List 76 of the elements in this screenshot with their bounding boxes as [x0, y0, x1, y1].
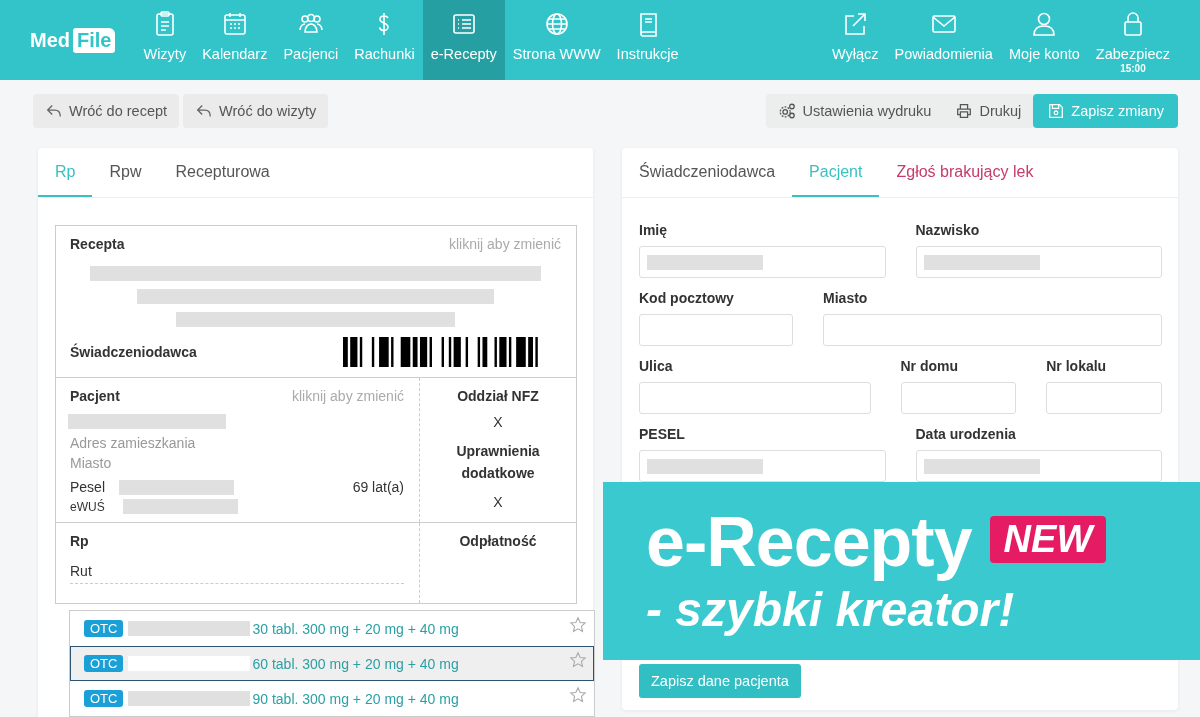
section-title: Odpłatność: [459, 533, 537, 549]
banner-subtitle: - szybki kreator!: [646, 582, 1016, 637]
city-text: Miasto: [70, 455, 113, 471]
patient-card-tab[interactable]: Świadczeniodawca: [622, 148, 793, 197]
field-label: PESEL: [639, 426, 686, 442]
nav-tab[interactable]: Strona WWW: [504, 0, 609, 80]
back-button[interactable]: Wróć do wizyty: [183, 94, 329, 128]
prescription-type-tab[interactable]: Rpw: [92, 148, 159, 197]
back-button[interactable]: Wróć do recept: [33, 94, 180, 128]
input-field[interactable]: [639, 382, 871, 414]
suggestion-item[interactable]: OTC 60 tabl. 300 mg + 20 mg + 40 mg: [70, 646, 594, 681]
age-text: 69 lat(a): [352, 479, 404, 495]
section-title: Recepta: [70, 236, 125, 252]
address-text: Adres zamieszkania: [70, 435, 197, 451]
input-field[interactable]: [915, 450, 1162, 482]
star-icon[interactable]: [569, 686, 587, 704]
pesel-label: Pesel: [70, 479, 106, 495]
field-label: Nr lokalu: [1046, 358, 1108, 374]
star-icon[interactable]: [569, 616, 587, 634]
otc-badge: OTC: [84, 655, 124, 672]
nav-tab[interactable]: Powiadomienia: [886, 0, 1001, 80]
section-title: Świadczeniodawca: [70, 344, 197, 360]
prescription-type-tab[interactable]: Rp: [38, 148, 93, 197]
input-field[interactable]: [1046, 382, 1162, 414]
input-field[interactable]: [639, 314, 794, 346]
prescription-type-tab[interactable]: Recepturowa: [158, 148, 287, 197]
section-title: Uprawnienia dodatkowe: [455, 442, 541, 483]
gears-icon: [778, 102, 797, 120]
change-hint[interactable]: kliknij aby zmienić: [448, 236, 561, 252]
banner-title: e-Recepty: [646, 504, 972, 580]
field-label: Imię: [639, 222, 668, 238]
medfile-logo[interactable]: Med File: [30, 0, 116, 80]
drug-package-text: 30 tabl. 300 mg + 20 mg + 40 mg: [252, 620, 459, 637]
field-label: Data urodzenia: [915, 426, 1017, 442]
input-field[interactable]: [639, 246, 886, 278]
patient-card-tab[interactable]: Pacjent: [792, 148, 880, 197]
otc-badge: OTC: [84, 690, 124, 707]
new-badge: NEW: [989, 516, 1107, 563]
section-title: Rp: [70, 533, 89, 549]
nav-tab[interactable]: Rachunki: [346, 0, 423, 80]
drug-package-text: 60 tabl. 300 mg + 20 mg + 40 mg: [252, 655, 459, 672]
nav-tab[interactable]: Moje konto: [1000, 0, 1088, 80]
section-title: Pacjent: [70, 388, 120, 404]
otc-badge: OTC: [84, 620, 124, 637]
input-field[interactable]: [823, 314, 1162, 346]
print-settings-button[interactable]: Ustawienia wydruku: [766, 94, 944, 128]
save-patient-button[interactable]: Zapisz dane pacjenta: [639, 664, 801, 698]
drug-package-text: 90 tabl. 300 mg + 20 mg + 40 mg: [252, 690, 459, 707]
nav-tab[interactable]: Wizyty: [135, 0, 195, 80]
ewus-label: eWUŚ: [70, 499, 105, 514]
nfz-value: X: [493, 414, 503, 430]
lock-timer: 15:00: [1120, 63, 1146, 74]
suggestion-item[interactable]: OTC 90 tabl. 300 mg + 20 mg + 40 mg: [70, 681, 594, 716]
section-title: Oddział NFZ: [457, 388, 539, 404]
printer-icon: [955, 102, 974, 120]
nav-tab[interactable]: Wyłącz: [823, 0, 887, 80]
patient-card-tab[interactable]: Zgłoś brakujący lek: [879, 148, 1051, 197]
nav-tab[interactable]: Zabezpiecz 15:00: [1087, 0, 1178, 80]
field-label: Kod pocztowy: [639, 290, 735, 306]
field-label: Miasto: [823, 290, 869, 306]
input-field[interactable]: [639, 450, 886, 482]
nav-tab[interactable]: Pacjenci: [275, 0, 347, 80]
field-label: Nr domu: [900, 358, 960, 374]
rights-value: X: [493, 494, 503, 510]
change-hint[interactable]: kliknij aby zmienić: [291, 388, 404, 404]
nav-tab[interactable]: e-Recepty: [422, 0, 505, 80]
field-label: Nazwisko: [915, 222, 981, 238]
nav-tab[interactable]: Instrukcje: [608, 0, 687, 80]
input-field[interactable]: [915, 246, 1162, 278]
print-button[interactable]: Drukuj: [943, 94, 1034, 128]
field-label: Ulica: [639, 358, 674, 374]
suggestion-item[interactable]: OTC 30 tabl. 300 mg + 20 mg + 40 mg: [70, 611, 594, 646]
nav-tab[interactable]: Kalendarz: [194, 0, 276, 80]
input-field[interactable]: [900, 382, 1017, 414]
star-icon[interactable]: [569, 651, 587, 669]
save-button[interactable]: Zapisz zmiany: [1033, 94, 1178, 128]
